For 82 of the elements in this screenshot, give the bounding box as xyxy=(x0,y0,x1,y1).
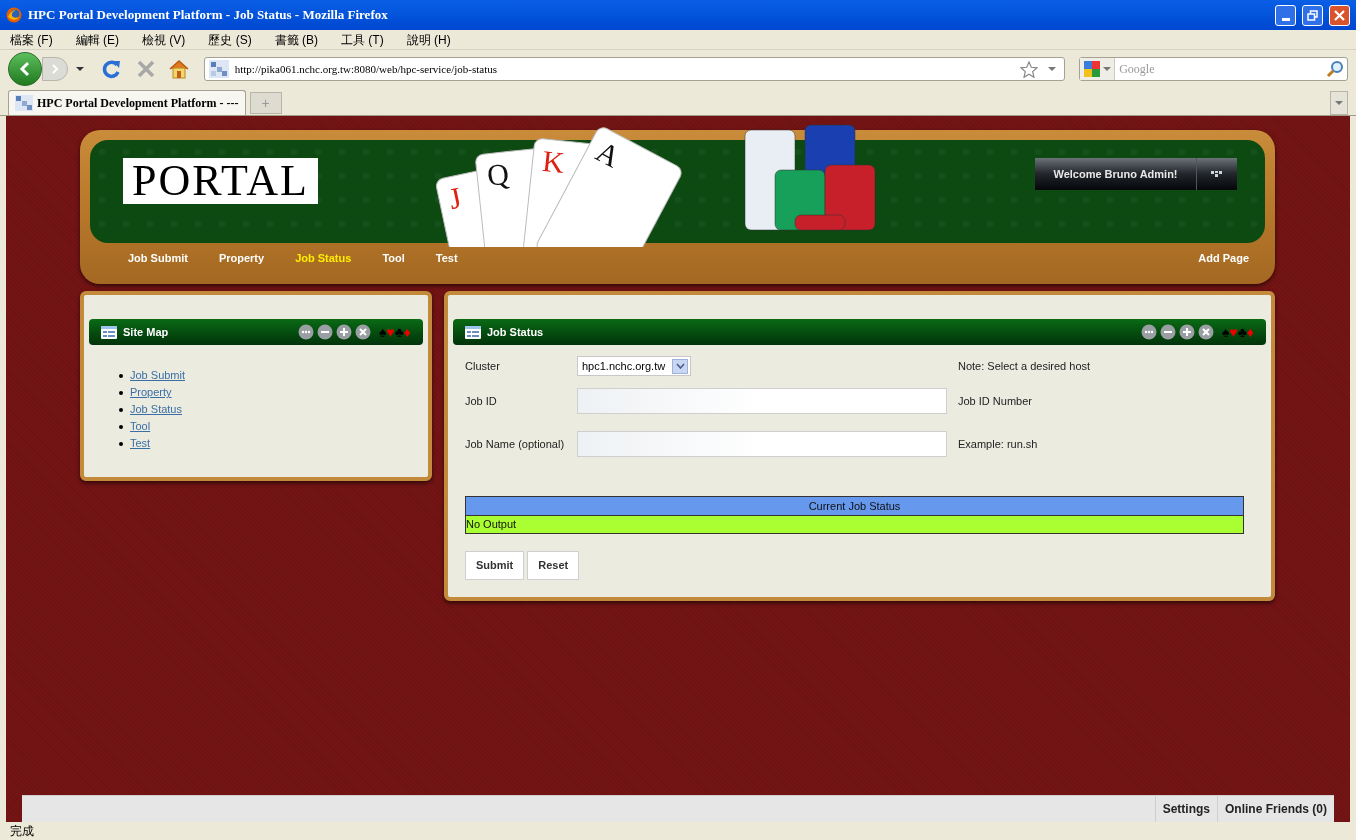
maximize-icon[interactable] xyxy=(335,324,352,340)
add-page-link[interactable]: Add Page xyxy=(1198,250,1249,267)
options-icon[interactable] xyxy=(1140,324,1157,340)
field-label: Cluster xyxy=(465,358,501,374)
status-text: 完成 xyxy=(10,823,34,840)
site-map-link[interactable]: Tool xyxy=(130,418,151,435)
minimize-icon[interactable] xyxy=(316,324,333,340)
address-bar[interactable]: http://pika061.nchc.org.tw:8080/web/hpc-service/job-status xyxy=(203,57,1066,81)
text-input[interactable] xyxy=(577,431,947,457)
menu-item[interactable]: 檔案 (F) xyxy=(8,30,55,49)
nav-link[interactable]: Job Status xyxy=(295,250,352,267)
card-suit: ♦ xyxy=(403,325,411,339)
restore-button[interactable] xyxy=(1302,4,1323,26)
site-favicon-icon xyxy=(208,60,229,78)
site-favicon-icon xyxy=(15,95,33,111)
card-suit: ♣ xyxy=(1237,325,1247,339)
card-suit: ♠ xyxy=(378,325,387,339)
close-icon[interactable] xyxy=(354,324,371,340)
menu-item[interactable]: 檢視 (V) xyxy=(140,30,188,49)
card-suit: ♠ xyxy=(1221,325,1230,339)
card-suit: ♥ xyxy=(1229,325,1238,339)
window-title: HPC Portal Development Platform - Job Status - Mozilla Firefox xyxy=(28,6,389,25)
close-button[interactable] xyxy=(1329,4,1350,26)
menu-item[interactable]: 工具 (T) xyxy=(339,30,386,49)
portlet-title: Site Map xyxy=(123,324,170,340)
table-header: Current Job Status xyxy=(466,497,1243,516)
nav-link[interactable]: Job Submit xyxy=(128,250,188,267)
welcome-user-button[interactable]: Welcome Bruno Admin! xyxy=(1035,158,1197,190)
field-hint: Example: run.sh xyxy=(958,436,1038,452)
nav-link[interactable]: Tool xyxy=(382,250,405,267)
site-map-link[interactable]: Job Status xyxy=(130,401,182,418)
options-icon[interactable] xyxy=(297,324,314,340)
minimize-icon[interactable] xyxy=(1159,324,1176,340)
portlet-icon xyxy=(465,325,481,339)
card-suit: ♦ xyxy=(1246,325,1254,339)
form-button[interactable]: Reset xyxy=(527,551,580,580)
maximize-icon[interactable] xyxy=(1178,324,1195,340)
search-input[interactable]: Google xyxy=(1115,58,1326,80)
menu-item[interactable]: 編輯 (E) xyxy=(73,30,121,49)
bookmark-star-icon[interactable] xyxy=(1020,60,1039,78)
field-hint: Note: Select a desired host xyxy=(958,358,1091,374)
user-menu-button[interactable] xyxy=(1197,158,1237,190)
menu-item[interactable]: 歷史 (S) xyxy=(206,30,254,49)
search-field[interactable]: Google xyxy=(1079,57,1348,81)
site-map-link[interactable]: Job Submit xyxy=(130,367,186,384)
close-icon[interactable] xyxy=(1197,324,1214,340)
bullet-icon xyxy=(119,390,123,395)
search-icon[interactable] xyxy=(1326,60,1344,78)
bullet-icon xyxy=(119,407,123,412)
back-button[interactable] xyxy=(8,52,42,86)
bullet-icon xyxy=(119,424,123,429)
search-engine-icon[interactable] xyxy=(1083,60,1102,78)
bullet-icon xyxy=(119,373,123,378)
menu-item[interactable]: 說明 (H) xyxy=(404,30,453,49)
text-input[interactable] xyxy=(577,388,947,414)
field-hint: Job ID Number xyxy=(958,393,1032,409)
card-suit: ♣ xyxy=(394,325,404,339)
cluster-select[interactable]: hpc1.nchc.org.tw xyxy=(577,356,691,376)
dropdown-caret-icon[interactable] xyxy=(75,66,84,72)
field-label: Job ID xyxy=(465,393,498,409)
portlet-title: Job Status xyxy=(487,324,545,340)
site-map-link[interactable]: Test xyxy=(130,435,151,452)
table-cell: No Output xyxy=(466,516,1243,533)
card-suit: ♥ xyxy=(386,325,395,339)
field-label: Job Name (optional) xyxy=(465,436,566,452)
restore-icon xyxy=(1307,9,1318,21)
site-map-link[interactable]: Property xyxy=(130,384,172,401)
portlet-icon xyxy=(101,325,117,339)
browser-tab[interactable]: HPC Portal Development Platform - --- xyxy=(8,90,246,115)
firefox-logo-icon xyxy=(6,7,22,23)
nav-link[interactable]: Property xyxy=(218,250,265,267)
minimize-button[interactable] xyxy=(1275,4,1296,26)
form-button[interactable]: Submit xyxy=(465,551,525,580)
bullet-icon xyxy=(119,441,123,446)
nav-link[interactable]: Test xyxy=(435,250,458,267)
tab-list-button[interactable] xyxy=(1330,91,1348,115)
dropdown-caret-icon xyxy=(1335,100,1343,106)
close-icon xyxy=(1334,9,1345,21)
portal-logo: PORTAL xyxy=(123,158,318,204)
menu-item[interactable]: 書籤 (B) xyxy=(272,30,321,49)
home-icon[interactable] xyxy=(167,59,190,79)
dropdown-caret-icon[interactable] xyxy=(1048,66,1057,72)
